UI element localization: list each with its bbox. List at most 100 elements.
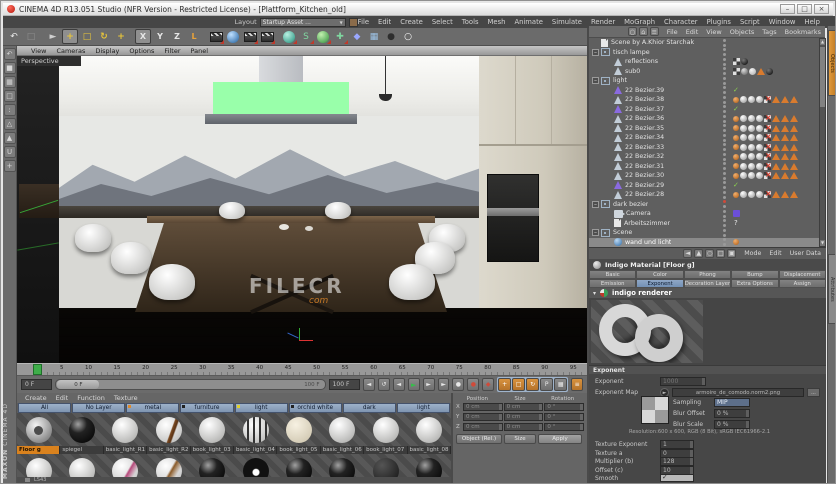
blur-offset-field[interactable]: 0 % <box>714 409 750 418</box>
frame-range-slider[interactable]: 0 F 100 F <box>55 379 325 390</box>
material-layer-tab[interactable]: light <box>397 403 450 413</box>
coords-button[interactable]: Size <box>504 434 536 444</box>
tri-orange-tag[interactable] <box>772 96 780 103</box>
autokey-icon[interactable]: ● <box>467 378 479 391</box>
visibility-dots[interactable] <box>721 58 729 66</box>
object-name[interactable]: Camera <box>626 210 651 217</box>
material-thumbnail[interactable] <box>17 454 60 477</box>
material-thumbnail[interactable] <box>321 454 364 477</box>
timeline-ruler[interactable]: 05101520253035404550556065707580859095 <box>17 363 587 376</box>
add-deformer-icon[interactable]: ✚ <box>332 29 348 44</box>
sphere-white-tag[interactable] <box>756 134 763 141</box>
object-manager-menu-item[interactable]: Edit <box>686 28 699 36</box>
material-name[interactable]: book_light_07 <box>364 446 407 454</box>
visibility-dots[interactable] <box>721 191 729 199</box>
size-field[interactable]: 0 cm <box>504 423 544 431</box>
sphere-white-tag[interactable] <box>740 115 747 122</box>
layout-icon[interactable] <box>349 18 358 27</box>
sphere-white-tag[interactable] <box>756 163 763 170</box>
key-pla-icon[interactable]: ▦ <box>554 378 567 391</box>
expand-toggle-icon[interactable] <box>592 201 599 208</box>
visibility-dots[interactable] <box>721 238 729 246</box>
sphere-white-tag[interactable] <box>756 153 763 160</box>
visibility-dots[interactable] <box>721 172 729 180</box>
workplane-mode-icon[interactable]: □ <box>4 90 16 102</box>
position-field[interactable]: 0 cm <box>463 403 503 411</box>
current-frame-field[interactable]: 0 F <box>21 379 52 390</box>
lock-y-axis-button[interactable]: Y <box>152 29 168 44</box>
viewport-menu-item[interactable]: View <box>31 47 46 55</box>
tri-orange-tag[interactable] <box>781 134 789 141</box>
object-name[interactable]: wand und licht <box>625 239 671 246</box>
material-tab[interactable]: Decoration Layer <box>684 279 731 288</box>
object-row[interactable]: light <box>589 76 819 86</box>
check-green-tag[interactable] <box>733 106 740 113</box>
material-item[interactable] <box>234 454 277 477</box>
material-item[interactable] <box>191 454 234 477</box>
add-environment-icon[interactable]: ▦ <box>366 29 382 44</box>
checker-x-tag[interactable] <box>764 115 771 122</box>
material-thumbnail[interactable] <box>60 454 103 477</box>
expand-toggle-icon[interactable] <box>592 77 599 84</box>
sphere-white-tag[interactable] <box>756 172 763 179</box>
previous-frame-icon[interactable]: ◄ <box>393 378 405 391</box>
tri-orange-tag[interactable] <box>772 163 780 170</box>
attribute-menu-item[interactable]: User Data <box>790 250 821 257</box>
material-thumbnail[interactable] <box>408 454 451 477</box>
material-layer-tab[interactable]: light <box>235 403 288 413</box>
dot-or-tag[interactable] <box>733 163 739 169</box>
sphere-white-tag[interactable] <box>756 115 763 122</box>
undo-icon[interactable]: ↶ <box>6 29 22 44</box>
menu-item[interactable]: Window <box>769 18 796 26</box>
expand-toggle-icon[interactable] <box>592 229 599 236</box>
material-thumbnail[interactable] <box>234 454 277 477</box>
dot-or-tag[interactable] <box>733 97 739 103</box>
menu-item[interactable]: Plugins <box>707 18 731 26</box>
object-name[interactable]: dark bezier <box>613 201 648 208</box>
material-thumbnail[interactable] <box>408 413 451 446</box>
checker-x-tag[interactable] <box>764 144 771 151</box>
visibility-dots[interactable] <box>721 162 729 170</box>
texture-filename-field[interactable]: armoire_de_comodo.norm2.png <box>672 388 804 397</box>
tri-orange-tag[interactable] <box>781 125 789 132</box>
tri-orange-tag[interactable] <box>772 191 780 198</box>
tri-orange-tag[interactable] <box>772 134 780 141</box>
material-item[interactable] <box>60 454 103 477</box>
sphere-gray-tag[interactable] <box>741 68 748 75</box>
object-name[interactable]: 22 Bezier.33 <box>625 144 664 151</box>
position-field[interactable]: 0 cm <box>463 423 503 431</box>
material-preview[interactable] <box>591 300 703 363</box>
material-layer-tab[interactable]: All <box>18 403 71 413</box>
coords-column-header[interactable]: Position <box>456 396 499 402</box>
add-generator-icon[interactable] <box>315 29 331 44</box>
dot-or-tag[interactable] <box>733 135 739 141</box>
object-name[interactable]: Scene <box>613 229 632 236</box>
exponent-section-header[interactable]: Exponent <box>589 365 826 374</box>
render-settings-icon[interactable] <box>259 29 275 44</box>
edges-mode-icon[interactable]: △ <box>4 118 16 130</box>
key-scale-icon[interactable]: □ <box>512 378 525 391</box>
material-thumbnail[interactable] <box>147 454 190 477</box>
material-thumbnail[interactable] <box>17 413 60 446</box>
goto-end-icon[interactable]: ► <box>438 378 450 391</box>
material-tab[interactable]: Emission <box>589 279 636 288</box>
position-field[interactable]: 0 cm <box>463 413 503 421</box>
object-list-scrollbar[interactable]: ▲ ▼ <box>819 38 826 247</box>
object-manager-menu-item[interactable]: Bookmarks <box>785 28 821 36</box>
sphere-white-tag[interactable] <box>756 125 763 132</box>
new-window-icon[interactable]: ▣ <box>727 249 736 258</box>
visibility-dots[interactable] <box>721 143 729 151</box>
sphere-white-tag[interactable] <box>748 96 755 103</box>
material-thumbnail[interactable] <box>191 413 234 446</box>
object-row[interactable]: 22 Bezier.39 <box>589 86 819 96</box>
material-name[interactable]: spiegel <box>60 446 103 454</box>
key-rotation-icon[interactable]: ↻ <box>526 378 539 391</box>
material-menu-item[interactable]: Texture <box>114 394 138 402</box>
visibility-dots[interactable] <box>721 134 729 142</box>
polygons-mode-icon[interactable]: ▲ <box>4 132 16 144</box>
exponent-field[interactable]: 1000 <box>660 377 706 386</box>
parameter-field[interactable] <box>660 474 694 482</box>
checker-x-tag[interactable] <box>764 163 771 170</box>
object-name[interactable]: 22 Bezier.37 <box>625 106 664 113</box>
material-item[interactable] <box>408 454 451 477</box>
